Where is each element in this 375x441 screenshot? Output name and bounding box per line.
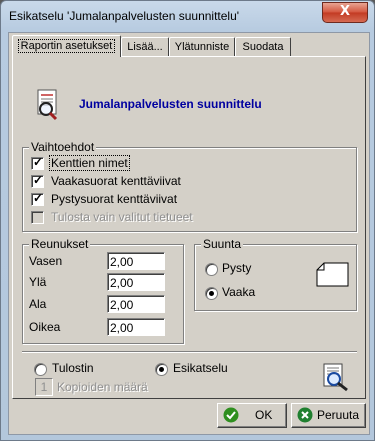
tab-report-settings[interactable]: Raportin asetukset: [12, 35, 121, 57]
checkbox-box[interactable]: [31, 211, 44, 224]
margin-bottom-input[interactable]: 2,00: [107, 295, 165, 313]
tab-filter[interactable]: Suodata: [235, 37, 291, 56]
ok-button[interactable]: OK: [217, 403, 287, 428]
margin-right-label: Oikea: [29, 320, 61, 334]
checkbox-box[interactable]: ✓: [31, 155, 44, 170]
checkbox-label: Tulosta vain valitut tietueet: [51, 210, 193, 224]
copies-input[interactable]: 1: [35, 378, 53, 396]
check-icon: ✓: [33, 155, 44, 169]
margin-bottom-label: Ala: [29, 297, 47, 311]
close-button[interactable]: X: [322, 2, 368, 23]
title-bar[interactable]: Esikatselu 'Jumalanpalvelusten suunnitte…: [1, 1, 374, 31]
checkbox-box[interactable]: ✓: [31, 191, 44, 206]
ok-check-icon: [223, 407, 239, 423]
radio-selected-dot: [159, 367, 164, 372]
radio-printer[interactable]: [34, 363, 47, 376]
radio-preview-label[interactable]: Esikatselu: [173, 361, 228, 375]
report-magnifier-icon: [37, 89, 58, 121]
radio-portrait[interactable]: [205, 263, 218, 276]
ok-button-label: OK: [255, 408, 273, 422]
report-title: Jumalanpalvelusten suunnittelu: [79, 97, 262, 111]
checkbox-box[interactable]: ✓: [31, 173, 44, 188]
close-icon: X: [339, 4, 351, 19]
check-icon: ✓: [33, 191, 44, 205]
margins-group-label: Reunukset: [29, 237, 91, 251]
checkbox-label: Pystysuorat kenttäviivat: [51, 192, 178, 206]
tab-header[interactable]: Ylätunniste: [169, 37, 235, 56]
margin-right-input[interactable]: 2,00: [107, 318, 165, 336]
margin-top-input[interactable]: 2,00: [107, 273, 165, 291]
radio-portrait-label[interactable]: Pysty: [222, 261, 251, 275]
dialog-client: Raportin asetukset Lisää... Ylätunniste …: [8, 32, 370, 435]
cancel-x-icon: [297, 407, 313, 423]
radio-printer-label[interactable]: Tulostin: [52, 361, 94, 375]
checkbox-label: Kenttien nimet: [49, 155, 130, 171]
tab-label: Suodata: [242, 41, 284, 53]
tab-label: Lisää...: [127, 41, 163, 53]
options-group-label: Vaihtoehdot: [29, 140, 97, 154]
print-preview-icon[interactable]: [321, 362, 351, 392]
dialog-window: Esikatselu 'Jumalanpalvelusten suunnitte…: [0, 0, 375, 441]
tab-label: Raportin asetukset: [17, 39, 116, 53]
orientation-group-label: Suunta: [201, 237, 244, 251]
margins-group: Reunukset Vasen 2,00 Ylä 2,00 Ala 2,00 O…: [22, 237, 184, 344]
cancel-button[interactable]: Peruuta: [291, 403, 366, 428]
tab-more[interactable]: Lisää...: [121, 37, 169, 56]
cancel-button-label: Peruuta: [317, 408, 360, 422]
separator-line: [22, 351, 357, 353]
margin-left-label: Vasen: [29, 254, 63, 268]
orientation-group: Suunta Pysty Vaaka: [194, 237, 357, 311]
check-icon: ✓: [33, 173, 44, 187]
radio-landscape-label[interactable]: Vaaka: [222, 285, 255, 299]
checkbox-label: Vaakasuorat kenttäviivat: [51, 174, 181, 188]
tab-label: Ylätunniste: [174, 41, 230, 53]
margin-top-label: Ylä: [29, 275, 47, 289]
radio-selected-dot: [209, 291, 214, 296]
window-title: Esikatselu 'Jumalanpalvelusten suunnitte…: [9, 9, 240, 23]
margin-left-input[interactable]: 2,00: [107, 252, 165, 270]
radio-landscape[interactable]: [205, 287, 218, 300]
copies-label: Kopioiden määrä: [57, 380, 148, 394]
options-group: Vaihtoehdot ✓ Kenttien nimet ✓ Vaakasuor…: [22, 140, 357, 232]
landscape-page-icon: [316, 262, 349, 287]
radio-preview[interactable]: [155, 363, 168, 376]
